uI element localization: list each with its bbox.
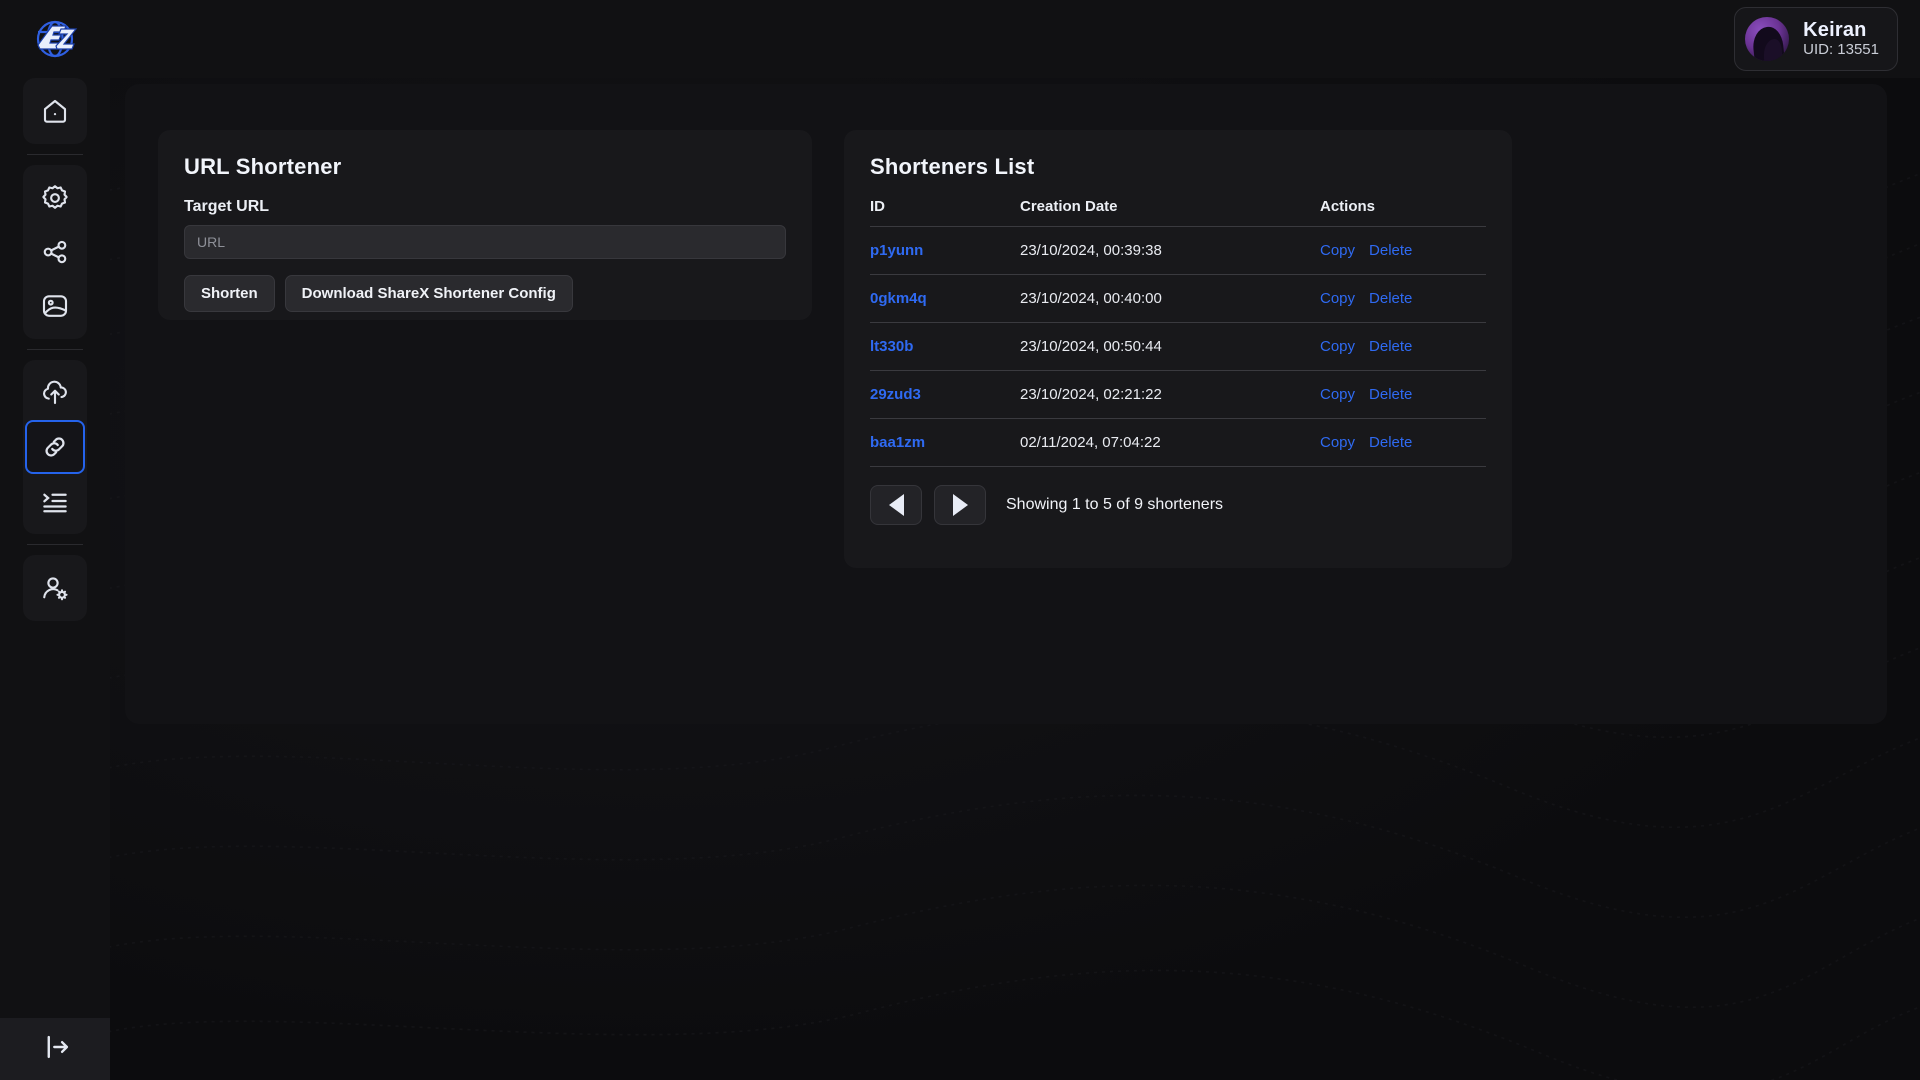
table-head: ID Creation Date Actions [870, 198, 1486, 227]
sidebar-item-home[interactable] [25, 84, 85, 138]
cell-date: 02/11/2024, 07:04:22 [1020, 418, 1320, 467]
sidebar-group-account [23, 555, 87, 621]
column-header-actions: Actions [1320, 198, 1486, 227]
user-name: Keiran [1803, 19, 1867, 42]
gear-icon [40, 183, 70, 213]
target-url-input[interactable] [184, 225, 786, 259]
column-header-creation-date: Creation Date [1020, 198, 1320, 227]
delete-action[interactable]: Delete [1369, 338, 1412, 355]
cell-id: 0gkm4q [870, 274, 1020, 323]
shorteners-list-title: Shorteners List [870, 154, 1035, 179]
copy-action[interactable]: Copy [1320, 242, 1355, 259]
url-shortener-title: URL Shortener [184, 154, 342, 179]
cell-date: 23/10/2024, 02:21:22 [1020, 370, 1320, 419]
shortener-id-link[interactable]: 0gkm4q [870, 290, 927, 307]
shortener-id-link[interactable]: lt330b [870, 338, 913, 355]
cell-id: lt330b [870, 322, 1020, 371]
sidebar-group-primary [23, 78, 87, 144]
sidebar-divider-1 [27, 154, 83, 155]
sidebar-item-shortener[interactable] [25, 420, 85, 474]
user-cog-icon [40, 573, 70, 603]
shorteners-list-card: Shorteners List ID Creation Date Actions [844, 130, 1512, 568]
image-icon [40, 291, 70, 321]
table-row: 29zud3 23/10/2024, 02:21:22 Copy Delete [870, 370, 1486, 419]
link-icon [40, 432, 70, 462]
shortener-id-link[interactable]: 29zud3 [870, 386, 921, 403]
target-url-label: Target URL [184, 198, 270, 215]
shorteners-table: ID Creation Date Actions p1yunn 23/10/20… [870, 198, 1486, 467]
copy-action[interactable]: Copy [1320, 386, 1355, 403]
cell-id: baa1zm [870, 418, 1020, 467]
triangle-right-icon [952, 494, 968, 516]
table-header-row: ID Creation Date Actions [870, 198, 1486, 227]
cell-actions: Copy Delete [1320, 418, 1486, 467]
delete-action[interactable]: Delete [1369, 386, 1412, 403]
cell-actions: Copy Delete [1320, 370, 1486, 419]
sidebar-item-upload[interactable] [25, 366, 85, 420]
cell-actions: Copy Delete [1320, 322, 1486, 371]
url-shortener-card: URL Shortener Target URL Shorten Downloa… [158, 130, 812, 320]
previous-page-button[interactable] [870, 485, 922, 525]
pagination: Showing 1 to 5 of 9 shorteners [870, 485, 1486, 525]
brand-logo[interactable] [0, 0, 110, 78]
shortener-id-link[interactable]: p1yunn [870, 242, 923, 259]
main-content: URL Shortener Target URL Shorten Downloa… [110, 78, 1920, 1080]
sidebar [0, 0, 110, 1080]
table-row: 0gkm4q 23/10/2024, 00:40:00 Copy Delete [870, 274, 1486, 323]
sidebar-item-pastes[interactable] [25, 474, 85, 528]
sidebar-group-content [23, 360, 87, 534]
sidebar-item-account[interactable] [25, 561, 85, 615]
avatar-figure-highlight [1764, 39, 1783, 61]
share-icon [40, 237, 70, 267]
table-row: p1yunn 23/10/2024, 00:39:38 Copy Delete [870, 226, 1486, 275]
cell-actions: Copy Delete [1320, 274, 1486, 323]
sidebar-group-tools [23, 165, 87, 339]
copy-action[interactable]: Copy [1320, 290, 1355, 307]
cloud-upload-icon [40, 378, 70, 408]
pagination-info: Showing 1 to 5 of 9 shorteners [1006, 496, 1224, 513]
sidebar-divider-2 [27, 349, 83, 350]
panel-inner: URL Shortener Target URL Shorten Downloa… [158, 130, 1854, 650]
app-root: Keiran UID: 13551 URL Shortener Target U… [0, 0, 1920, 1080]
cell-date: 23/10/2024, 00:39:38 [1020, 226, 1320, 275]
triangle-left-icon [888, 494, 904, 516]
copy-action[interactable]: Copy [1320, 434, 1355, 451]
table-row: lt330b 23/10/2024, 00:50:44 Copy Delete [870, 322, 1486, 371]
sidebar-item-gallery[interactable] [25, 279, 85, 333]
table-body: p1yunn 23/10/2024, 00:39:38 Copy Delete 0… [870, 226, 1486, 467]
shorten-button[interactable]: Shorten [184, 275, 275, 312]
shortener-id-link[interactable]: baa1zm [870, 434, 925, 451]
sidebar-divider-3 [27, 544, 83, 545]
logout-button[interactable] [0, 1018, 110, 1080]
copy-action[interactable]: Copy [1320, 338, 1355, 355]
cell-actions: Copy Delete [1320, 226, 1486, 275]
user-info: Keiran UID: 13551 [1803, 19, 1879, 58]
cell-date: 23/10/2024, 00:40:00 [1020, 274, 1320, 323]
cell-date: 23/10/2024, 00:50:44 [1020, 322, 1320, 371]
user-uid: UID: 13551 [1803, 40, 1879, 58]
sidebar-item-share[interactable] [25, 225, 85, 279]
user-badge[interactable]: Keiran UID: 13551 [1734, 7, 1898, 71]
ez-logo-icon [26, 13, 84, 65]
table-row: baa1zm 02/11/2024, 07:04:22 Copy Delete [870, 418, 1486, 467]
sidebar-item-settings[interactable] [25, 171, 85, 225]
download-sharex-config-button[interactable]: Download ShareX Shortener Config [284, 275, 573, 312]
avatar [1745, 17, 1790, 61]
cell-id: p1yunn [870, 226, 1020, 275]
delete-action[interactable]: Delete [1369, 434, 1412, 451]
delete-action[interactable]: Delete [1369, 242, 1412, 259]
logout-icon [38, 1030, 72, 1069]
delete-action[interactable]: Delete [1369, 290, 1412, 307]
cell-id: 29zud3 [870, 370, 1020, 419]
topbar: Keiran UID: 13551 [110, 0, 1920, 78]
text-indent-icon [40, 486, 70, 516]
home-icon [40, 96, 70, 126]
next-page-button[interactable] [934, 485, 986, 525]
content-panel: URL Shortener Target URL Shorten Downloa… [125, 84, 1887, 724]
shortener-actions: Shorten Download ShareX Shortener Config [184, 275, 786, 312]
column-header-id: ID [870, 198, 1020, 227]
